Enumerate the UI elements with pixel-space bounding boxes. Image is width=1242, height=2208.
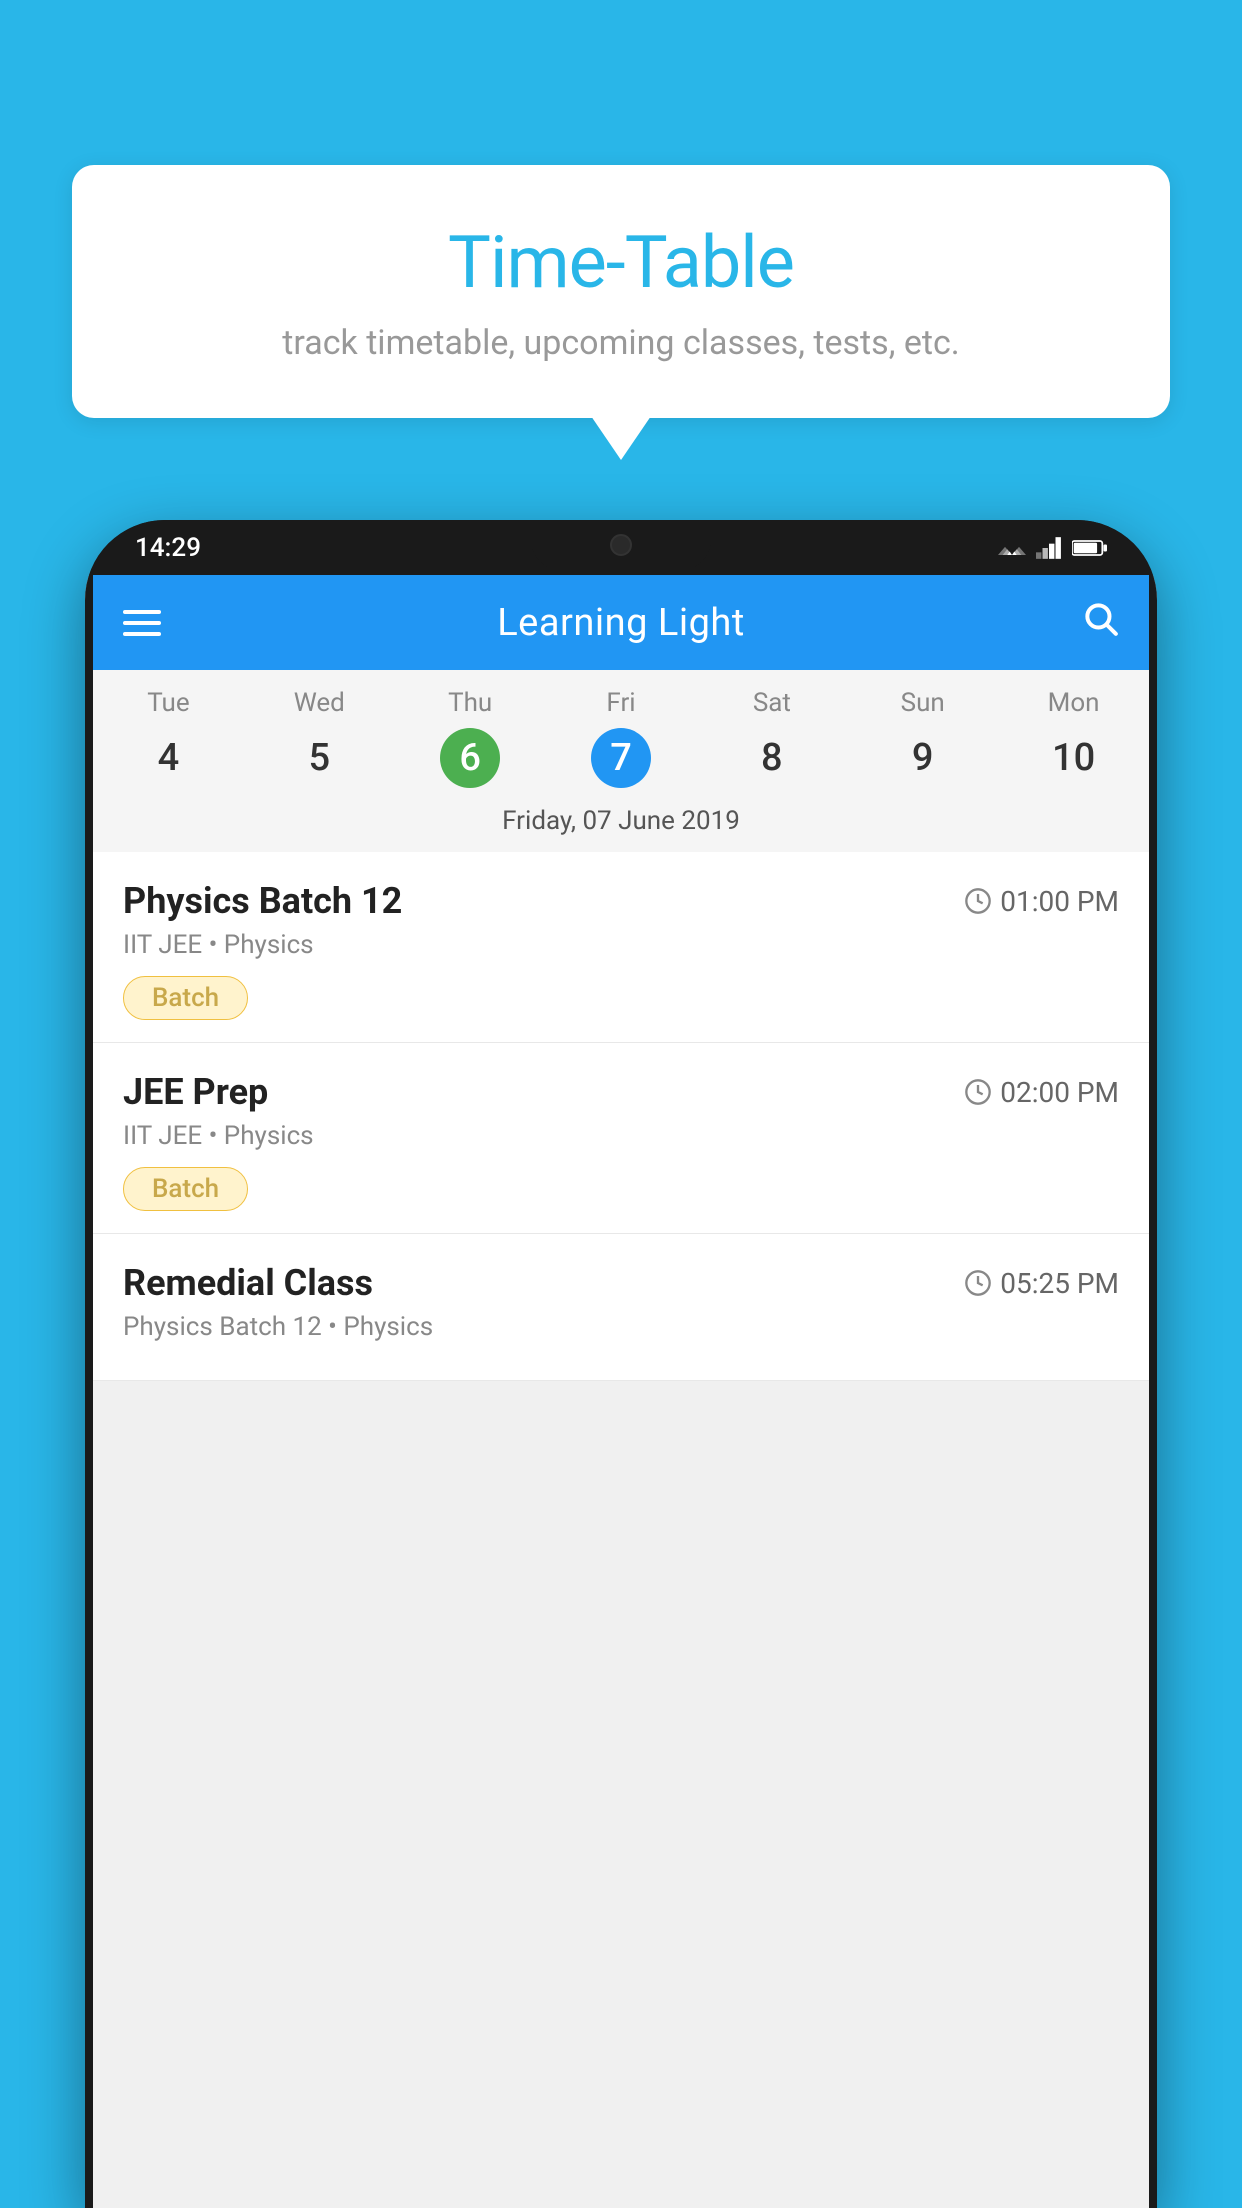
day-name-label: Fri bbox=[546, 688, 697, 718]
speech-bubble-container: Time-Table track timetable, upcoming cla… bbox=[72, 165, 1170, 418]
battery-icon bbox=[1072, 537, 1107, 559]
app-header-title: Learning Light bbox=[497, 601, 745, 645]
time-text: 02:00 PM bbox=[1000, 1076, 1119, 1109]
speech-bubble: Time-Table track timetable, upcoming cla… bbox=[72, 165, 1170, 418]
schedule-item-time: 02:00 PM bbox=[964, 1076, 1119, 1109]
status-icons bbox=[998, 537, 1107, 559]
day-number: 8 bbox=[742, 728, 802, 788]
schedule-item[interactable]: Physics Batch 12 01:00 PM IIT JEE • Physic… bbox=[93, 852, 1149, 1043]
schedule-item-subtitle: IIT JEE • Physics bbox=[123, 1121, 1119, 1151]
day-name-label: Mon bbox=[998, 688, 1149, 718]
schedule-item-header: Remedial Class 05:25 PM bbox=[123, 1262, 1119, 1304]
calendar-day-sun[interactable]: Sun 9 bbox=[847, 688, 998, 788]
schedule-item[interactable]: Remedial Class 05:25 PM Physics Batch 12 •… bbox=[93, 1234, 1149, 1381]
schedule-item-header: JEE Prep 02:00 PM bbox=[123, 1071, 1119, 1113]
time-text: 01:00 PM bbox=[1000, 885, 1119, 918]
day-number: 5 bbox=[289, 728, 349, 788]
clock-icon bbox=[964, 1078, 992, 1106]
signal-icon bbox=[1036, 537, 1062, 559]
calendar-day-sat[interactable]: Sat 8 bbox=[696, 688, 847, 788]
menu-button[interactable] bbox=[123, 610, 161, 636]
status-time: 14:29 bbox=[135, 533, 201, 563]
phone-status-bar: 14:29 bbox=[85, 520, 1157, 575]
phone-screen: Learning Light Tue4Wed5Thu6Fri7Sat8Sun9M… bbox=[85, 575, 1157, 2208]
day-number: 4 bbox=[138, 728, 198, 788]
day-number: 10 bbox=[1044, 728, 1104, 788]
phone-notch bbox=[531, 520, 711, 570]
day-name-label: Tue bbox=[93, 688, 244, 718]
day-name-label: Sat bbox=[696, 688, 847, 718]
calendar-selected-date: Friday, 07 June 2019 bbox=[93, 794, 1149, 852]
calendar-section: Tue 4 Wed 5 Thu 6 Fri 7 Sat 8 Sun 9 Mon 10 Friday, 07… bbox=[93, 670, 1149, 852]
schedule-item-subtitle: Physics Batch 12 • Physics bbox=[123, 1312, 1119, 1342]
schedule-item-time: 01:00 PM bbox=[964, 885, 1119, 918]
schedule-item-subtitle: IIT JEE • Physics bbox=[123, 930, 1119, 960]
clock-icon bbox=[964, 1269, 992, 1297]
schedule-list: Physics Batch 12 01:00 PM IIT JEE • Physic… bbox=[93, 852, 1149, 1381]
day-name-label: Thu bbox=[395, 688, 546, 718]
day-number: 6 bbox=[440, 728, 500, 788]
batch-tag: Batch bbox=[123, 976, 248, 1020]
wifi-icon bbox=[998, 537, 1026, 559]
day-number: 7 bbox=[591, 728, 651, 788]
schedule-item-header: Physics Batch 12 01:00 PM bbox=[123, 880, 1119, 922]
calendar-day-wed[interactable]: Wed 5 bbox=[244, 688, 395, 788]
schedule-item-title: Remedial Class bbox=[123, 1262, 373, 1304]
schedule-item-title: JEE Prep bbox=[123, 1071, 268, 1113]
app-title: Time-Table bbox=[132, 220, 1110, 305]
search-button[interactable] bbox=[1081, 599, 1119, 647]
phone-frame: 14:29 bbox=[85, 520, 1157, 2208]
clock-icon bbox=[964, 887, 992, 915]
calendar-day-tue[interactable]: Tue 4 bbox=[93, 688, 244, 788]
batch-tag: Batch bbox=[123, 1167, 248, 1211]
time-text: 05:25 PM bbox=[1000, 1267, 1119, 1300]
app-header: Learning Light bbox=[93, 575, 1149, 670]
schedule-item[interactable]: JEE Prep 02:00 PM IIT JEE • Physics Batch bbox=[93, 1043, 1149, 1234]
calendar-day-mon[interactable]: Mon 10 bbox=[998, 688, 1149, 788]
day-name-label: Wed bbox=[244, 688, 395, 718]
calendar-days-header: Tue 4 Wed 5 Thu 6 Fri 7 Sat 8 Sun 9 Mon 10 bbox=[93, 670, 1149, 794]
front-camera bbox=[610, 534, 632, 556]
menu-line-2 bbox=[123, 621, 161, 625]
day-number: 9 bbox=[893, 728, 953, 788]
menu-line-3 bbox=[123, 632, 161, 636]
schedule-item-time: 05:25 PM bbox=[964, 1267, 1119, 1300]
menu-line-1 bbox=[123, 610, 161, 614]
calendar-day-thu[interactable]: Thu 6 bbox=[395, 688, 546, 788]
schedule-item-title: Physics Batch 12 bbox=[123, 880, 402, 922]
app-subtitle: track timetable, upcoming classes, tests… bbox=[132, 323, 1110, 363]
calendar-day-fri[interactable]: Fri 7 bbox=[546, 688, 697, 788]
day-name-label: Sun bbox=[847, 688, 998, 718]
